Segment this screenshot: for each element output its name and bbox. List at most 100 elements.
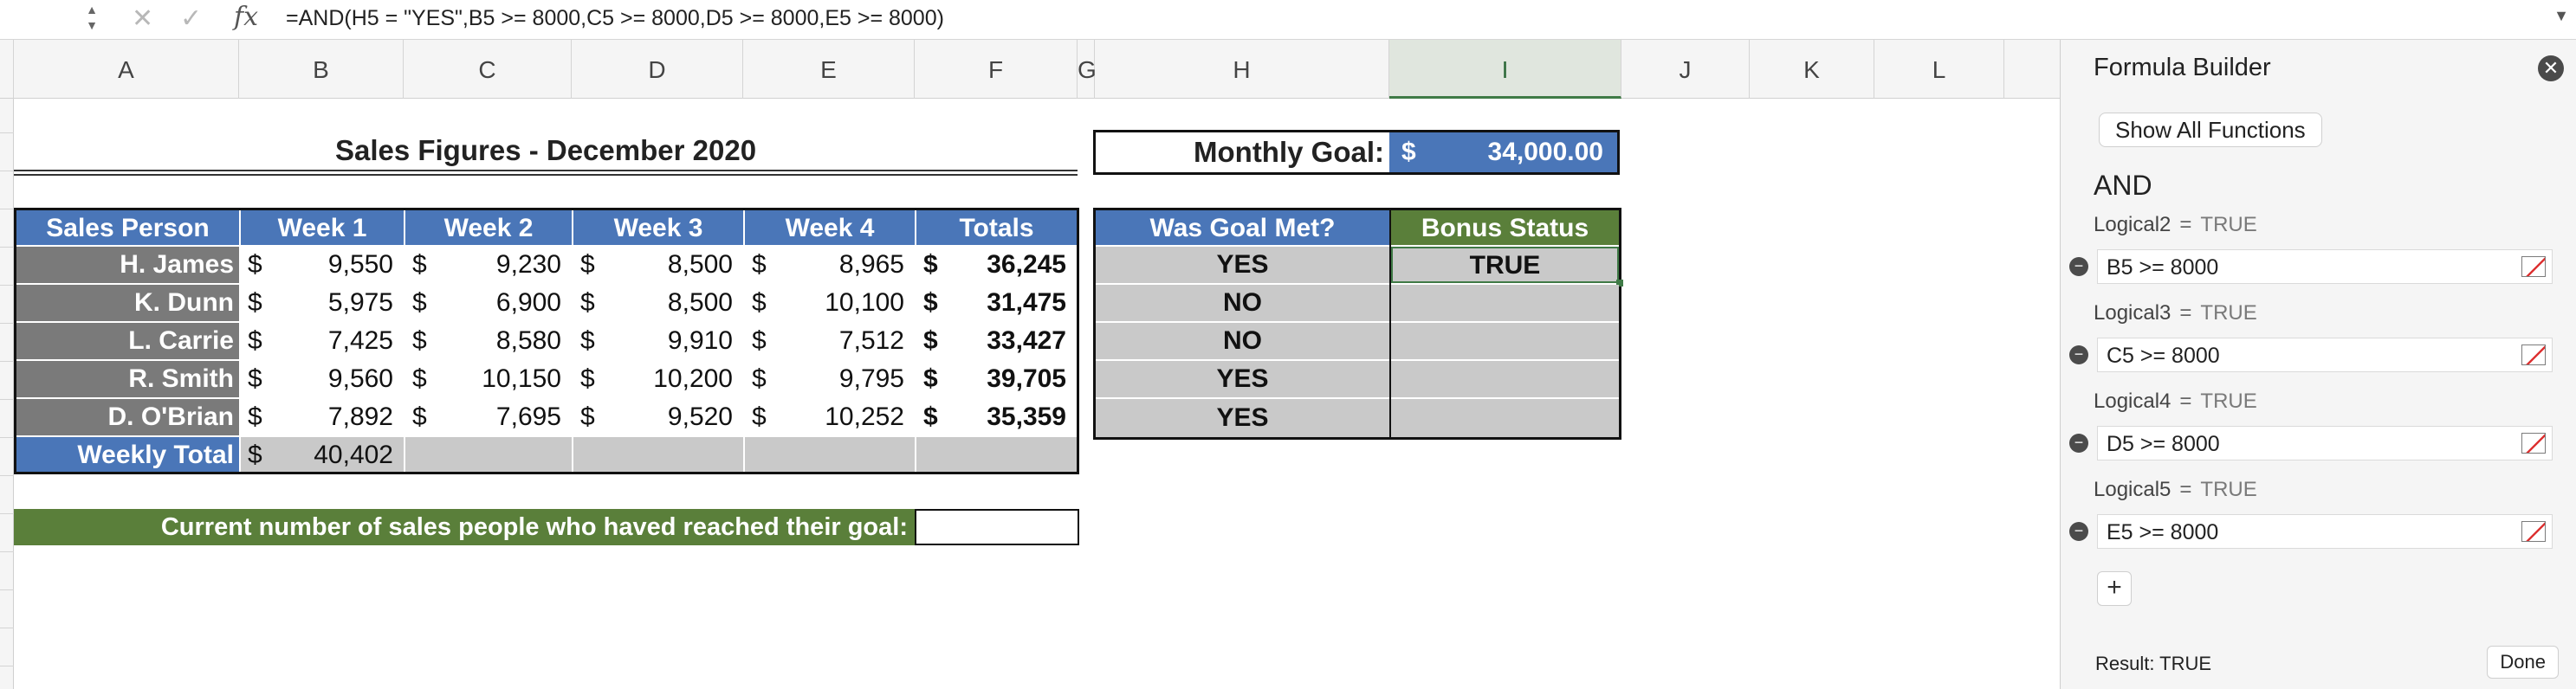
weekly-total-cell[interactable] [405, 437, 572, 472]
header-goal-met[interactable]: Was Goal Met? [1096, 210, 1389, 245]
week-cell[interactable]: $9,910 [573, 323, 743, 359]
total-cell[interactable]: $35,359 [916, 399, 1077, 435]
sales-person-name[interactable]: D. O'Brian [16, 399, 239, 435]
add-argument-button[interactable]: + [2097, 571, 2132, 606]
header-week-2[interactable]: Week 2 [405, 210, 572, 245]
remove-argument-icon[interactable]: − [2069, 522, 2088, 541]
week-cell[interactable]: $10,200 [573, 361, 743, 397]
column-header-j[interactable]: J [1621, 40, 1750, 99]
reached-goal-value-cell[interactable] [915, 509, 1079, 545]
week-cell[interactable]: $7,892 [241, 399, 404, 435]
row-header[interactable] [0, 590, 14, 628]
week-cell[interactable]: $10,100 [745, 285, 915, 321]
week-cell[interactable]: $5,975 [241, 285, 404, 321]
weekly-total-label[interactable]: Weekly Total [16, 437, 239, 472]
header-bonus-status[interactable]: Bonus Status [1391, 210, 1619, 245]
sales-person-name[interactable]: R. Smith [16, 361, 239, 397]
week-cell[interactable]: $8,500 [573, 285, 743, 321]
total-cell[interactable]: $31,475 [916, 285, 1077, 321]
weekly-total-cell[interactable] [745, 437, 915, 472]
row-header[interactable] [0, 324, 14, 362]
range-picker-icon[interactable] [2521, 256, 2546, 277]
argument-input[interactable]: E5 >= 8000 [2097, 514, 2553, 549]
monthly-goal-value-cell[interactable]: $ 34,000.00 [1389, 132, 1617, 172]
column-header-g[interactable]: G [1078, 40, 1097, 99]
range-picker-icon[interactable] [2521, 344, 2546, 365]
goal-met-cell[interactable]: YES [1096, 399, 1389, 437]
confirm-icon[interactable]: ✓ [180, 3, 202, 34]
header-week-1[interactable]: Week 1 [241, 210, 404, 245]
week-cell[interactable]: $8,500 [573, 247, 743, 283]
week-cell[interactable]: $6,900 [405, 285, 572, 321]
week-cell[interactable]: $10,252 [745, 399, 915, 435]
done-button[interactable]: Done [2487, 646, 2559, 679]
total-cell[interactable]: $33,427 [916, 323, 1077, 359]
argument-input[interactable]: D5 >= 8000 [2097, 426, 2553, 460]
week-cell[interactable]: $7,425 [241, 323, 404, 359]
column-header-e[interactable]: E [743, 40, 915, 99]
sales-person-name[interactable]: H. James [16, 247, 239, 283]
cell-stepper[interactable]: ▲ ▼ [83, 2, 100, 36]
bonus-status-cell-selected[interactable]: TRUE [1391, 247, 1619, 283]
argument-input[interactable]: C5 >= 8000 [2097, 338, 2553, 372]
column-header-i[interactable]: I [1389, 40, 1621, 99]
column-header-a[interactable]: A [14, 40, 239, 99]
row-header[interactable] [0, 362, 14, 400]
cancel-icon[interactable]: ✕ [132, 3, 153, 34]
remove-argument-icon[interactable]: − [2069, 257, 2088, 276]
row-header[interactable] [0, 514, 14, 552]
column-header-b[interactable]: B [239, 40, 404, 99]
row-header[interactable] [0, 99, 14, 133]
goal-met-cell[interactable]: YES [1096, 247, 1389, 283]
reached-goal-label[interactable]: Current number of sales people who haved… [14, 509, 915, 545]
column-header-l[interactable]: L [1874, 40, 2004, 99]
weekly-total-cell[interactable] [916, 437, 1077, 472]
header-sales-person[interactable]: Sales Person [16, 210, 239, 245]
row-header[interactable] [0, 552, 14, 590]
column-header-c[interactable]: C [404, 40, 572, 99]
header-week-3[interactable]: Week 3 [573, 210, 743, 245]
column-header-d[interactable]: D [572, 40, 743, 99]
week-cell[interactable]: $10,150 [405, 361, 572, 397]
row-header[interactable] [0, 628, 14, 666]
week-cell[interactable]: $8,965 [745, 247, 915, 283]
expand-formula-icon[interactable]: ▼ [2553, 7, 2569, 25]
header-week-4[interactable]: Week 4 [745, 210, 915, 245]
week-cell[interactable]: $7,512 [745, 323, 915, 359]
column-header-f[interactable]: F [915, 40, 1078, 99]
argument-input[interactable]: B5 >= 8000 [2097, 249, 2553, 284]
row-header[interactable] [0, 171, 14, 209]
row-header[interactable] [0, 286, 14, 324]
week-cell[interactable]: $8,580 [405, 323, 572, 359]
week-cell[interactable]: $9,230 [405, 247, 572, 283]
formula-input[interactable]: =AND(H5 = "YES",B5 >= 8000,C5 >= 8000,D5… [286, 6, 944, 31]
week-cell[interactable]: $7,695 [405, 399, 572, 435]
weekly-total-cell[interactable]: $40,402 [241, 437, 404, 472]
goal-met-cell[interactable]: NO [1096, 323, 1389, 359]
row-header[interactable] [0, 209, 14, 248]
bonus-status-cell[interactable] [1391, 323, 1619, 359]
range-picker-icon[interactable] [2521, 433, 2546, 454]
remove-argument-icon[interactable]: − [2069, 434, 2088, 453]
close-icon[interactable]: ✕ [2538, 55, 2564, 81]
goal-met-cell[interactable]: NO [1096, 285, 1389, 321]
row-header[interactable] [0, 133, 14, 171]
column-header-h[interactable]: H [1095, 40, 1389, 99]
row-header[interactable] [0, 400, 14, 438]
range-picker-icon[interactable] [2521, 521, 2546, 542]
select-all-corner[interactable] [0, 40, 14, 99]
bonus-status-cell[interactable] [1391, 285, 1619, 321]
bonus-status-cell[interactable] [1391, 361, 1619, 397]
week-cell[interactable]: $9,795 [745, 361, 915, 397]
fx-icon[interactable]: fx [234, 2, 258, 32]
week-cell[interactable]: $9,560 [241, 361, 404, 397]
sales-person-name[interactable]: L. Carrie [16, 323, 239, 359]
goal-met-cell[interactable]: YES [1096, 361, 1389, 397]
header-totals[interactable]: Totals [916, 210, 1077, 245]
weekly-total-cell[interactable] [573, 437, 743, 472]
total-cell[interactable]: $39,705 [916, 361, 1077, 397]
column-header-k[interactable]: K [1750, 40, 1874, 99]
total-cell[interactable]: $36,245 [916, 247, 1077, 283]
week-cell[interactable]: $9,520 [573, 399, 743, 435]
bonus-status-cell[interactable] [1391, 399, 1619, 437]
